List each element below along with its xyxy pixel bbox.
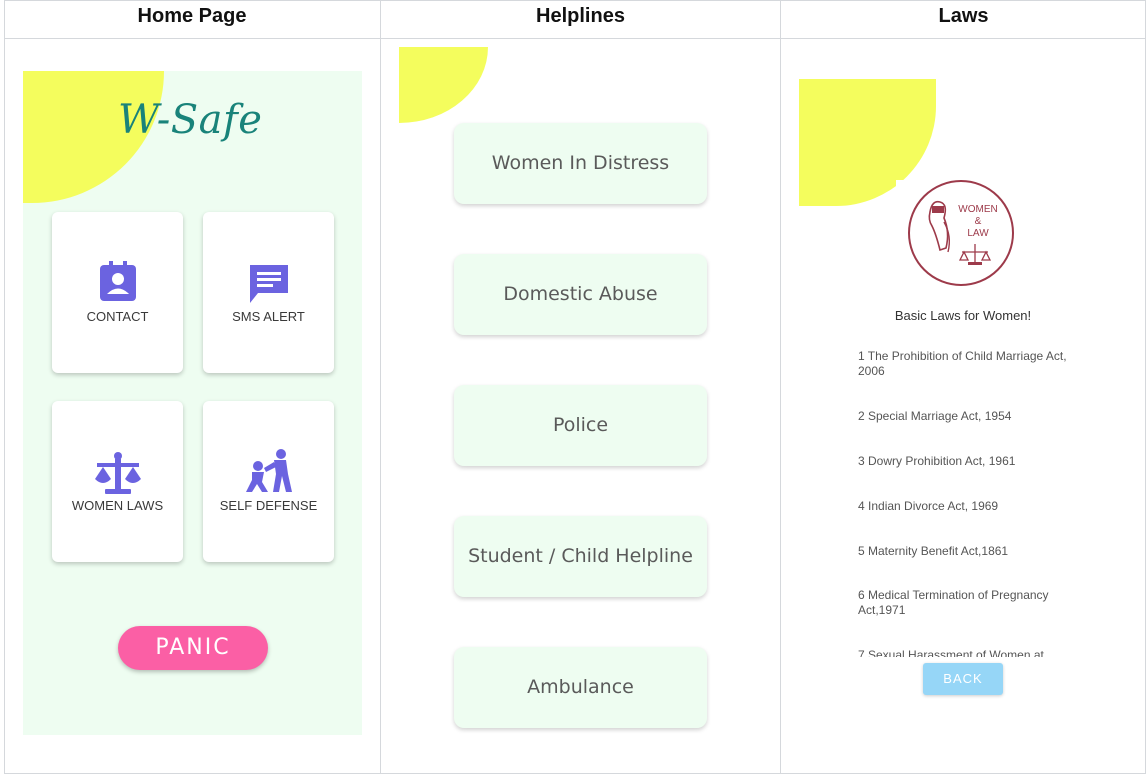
ambulance-button[interactable]: Ambulance: [454, 647, 707, 728]
police-button[interactable]: Police: [454, 385, 707, 466]
sms-alert-card[interactable]: SMS ALERT: [203, 212, 334, 373]
column-header-helplines: Helplines: [536, 5, 625, 27]
contact-icon: [52, 261, 183, 301]
back-button[interactable]: BACK: [923, 663, 1003, 695]
column-header-home: Home Page: [137, 5, 247, 27]
sms-alert-label: SMS ALERT: [232, 309, 305, 324]
law-item: 2 Special Marriage Act, 1954: [858, 409, 1012, 423]
women-laws-card[interactable]: WOMEN LAWS: [52, 401, 183, 562]
self-defense-label: SELF DEFENSE: [219, 498, 318, 513]
law-item: 6 Medical Termination of Pregnancy Act,1…: [858, 588, 1049, 617]
panic-button[interactable]: PANIC: [118, 626, 268, 670]
scales-icon: [52, 451, 183, 495]
column-header-laws: Laws: [938, 5, 989, 27]
self-defense-card[interactable]: SELF DEFENSE: [203, 401, 334, 562]
law-item: 4 Indian Divorce Act, 1969: [858, 499, 999, 513]
law-item: 7 Sexual Harassment of Women at: [858, 648, 1044, 657]
women-law-logo: WOMEN & LAW: [908, 180, 1014, 286]
laws-heading: Basic Laws for Women!: [894, 308, 1032, 323]
law-item: 1 The Prohibition of Child Marriage Act,…: [858, 349, 1067, 378]
column-divider: [780, 0, 781, 774]
domestic-abuse-button[interactable]: Domestic Abuse: [454, 254, 707, 335]
message-icon: [203, 263, 334, 305]
column-divider: [380, 0, 381, 774]
women-laws-label: WOMEN LAWS: [71, 498, 164, 513]
logo-word: LAW: [967, 228, 989, 239]
logo-word: &: [974, 216, 982, 227]
fight-icon: [203, 448, 334, 494]
header-divider: [4, 38, 1146, 39]
student-child-helpline-button[interactable]: Student / Child Helpline: [454, 516, 707, 597]
home-screen: W-Safe CONTACT SMS ALERT WOMEN LAWS SELF…: [23, 71, 362, 735]
law-item: 3 Dowry Prohibition Act, 1961: [858, 454, 1016, 468]
law-item: 5 Maternity Benefit Act,1861: [858, 544, 1009, 558]
logo-word: WOMEN: [958, 204, 998, 215]
women-in-distress-button[interactable]: Women In Distress: [454, 123, 707, 204]
app-title: W-Safe: [118, 97, 263, 143]
contact-label: CONTACT: [86, 309, 149, 324]
contact-card[interactable]: CONTACT: [52, 212, 183, 373]
laws-list[interactable]: 1 The Prohibition of Child Marriage Act,…: [858, 347, 1070, 657]
